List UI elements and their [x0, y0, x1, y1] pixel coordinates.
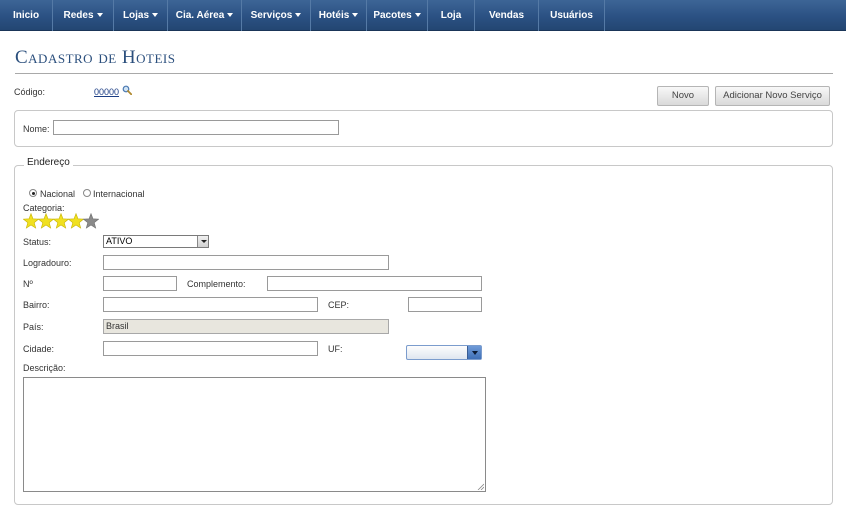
cep-input[interactable] — [408, 297, 482, 312]
uf-select[interactable] — [406, 345, 482, 360]
city-label: Cidade: — [23, 344, 55, 354]
country-label: País: — [23, 322, 44, 332]
star-rating[interactable] — [23, 213, 99, 229]
chevron-down-icon — [414, 13, 421, 18]
nav-label: Pacotes — [373, 10, 412, 21]
nav-item-redes[interactable]: Redes — [53, 0, 114, 31]
category-label: Categoria: — [23, 203, 65, 213]
country-input: Brasil — [103, 319, 389, 334]
nav-item-hoteis[interactable]: Hotéis — [311, 0, 367, 31]
name-input[interactable] — [53, 120, 339, 135]
neighborhood-input[interactable] — [103, 297, 318, 312]
nav-item-lojas[interactable]: Lojas — [114, 0, 168, 31]
street-input[interactable] — [103, 255, 389, 270]
nav-label: Hotéis — [318, 10, 350, 21]
nav-label: Loja — [440, 10, 462, 21]
number-label: Nº — [23, 279, 33, 289]
street-label: Logradouro: — [23, 258, 72, 268]
star-filled-icon[interactable] — [37, 213, 55, 229]
nav-item-servicos[interactable]: Serviços — [242, 0, 311, 31]
chevron-down-icon — [352, 13, 359, 18]
uf-label: UF: — [328, 344, 343, 354]
star-filled-icon[interactable] — [67, 213, 85, 229]
code-link[interactable]: 00000 — [94, 87, 119, 97]
add-new-service-button[interactable]: Adicionar Novo Serviço — [715, 86, 830, 106]
star-filled-icon[interactable] — [52, 213, 70, 229]
cep-label: CEP: — [328, 300, 350, 310]
nav-label: Serviços — [250, 10, 293, 21]
radio-nacional-label: Nacional — [40, 189, 76, 199]
address-legend: Endereço — [24, 157, 73, 168]
description-label: Descrição: — [23, 363, 66, 373]
nav-label: Lojas — [122, 10, 150, 21]
radio-internacional[interactable] — [83, 189, 91, 197]
nav-label: Usuários — [550, 10, 593, 21]
status-label: Status: — [23, 237, 52, 247]
nav-item-cia-aerea[interactable]: Cia. Aérea — [168, 0, 242, 31]
nav-item-loja[interactable]: Loja — [428, 0, 475, 31]
resize-handle-icon[interactable] — [477, 483, 484, 490]
star-filled-icon[interactable] — [23, 213, 40, 229]
chevron-down-icon — [467, 346, 481, 359]
top-nav-bar: Inicio Redes Lojas Cia. Aérea Serviços H… — [0, 0, 846, 31]
nav-item-vendas[interactable]: Vendas — [475, 0, 539, 31]
page-title: Cadastro de Hoteis — [15, 47, 176, 68]
chevron-down-icon — [197, 236, 208, 247]
number-input[interactable] — [103, 276, 177, 291]
chevron-down-icon — [152, 13, 159, 18]
novo-button[interactable]: Novo — [657, 86, 709, 106]
name-label: Nome: — [23, 124, 50, 134]
complement-label: Complemento: — [187, 279, 246, 289]
radio-internacional-label: Internacional — [93, 189, 145, 199]
nav-label: Redes — [63, 10, 94, 21]
nav-item-pacotes[interactable]: Pacotes — [367, 0, 428, 31]
title-divider — [15, 73, 833, 74]
nav-item-inicio[interactable]: Inicio — [0, 0, 53, 31]
star-empty-icon[interactable] — [82, 213, 99, 229]
chevron-down-icon — [96, 13, 103, 18]
nav-label: Vendas — [488, 10, 525, 21]
chevron-down-icon — [295, 13, 302, 18]
complement-input[interactable] — [267, 276, 482, 291]
nav-item-usuarios[interactable]: Usuários — [539, 0, 605, 31]
radio-nacional[interactable] — [29, 189, 37, 197]
description-textarea[interactable] — [23, 377, 486, 492]
neighborhood-label: Bairro: — [23, 300, 50, 310]
search-icon[interactable] — [122, 85, 132, 95]
chevron-down-icon — [227, 13, 234, 18]
nav-label: Cia. Aérea — [175, 10, 225, 21]
status-value: ATIVO — [106, 236, 133, 246]
code-label: Código: — [14, 87, 46, 97]
city-input[interactable] — [103, 341, 318, 356]
nav-label: Inicio — [12, 10, 40, 21]
status-select[interactable]: ATIVO — [103, 235, 209, 248]
